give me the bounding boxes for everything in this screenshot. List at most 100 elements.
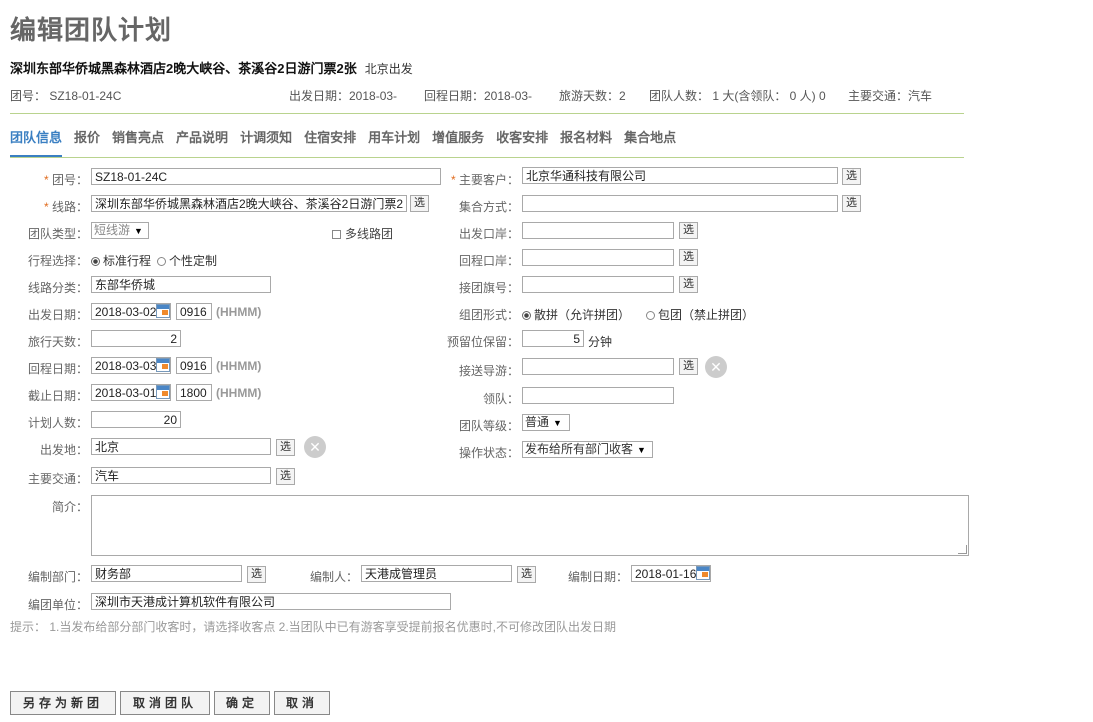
clear-icon[interactable]: ✕ [304, 436, 326, 458]
leader-label: 领队： [482, 392, 519, 406]
depart-place-label: 出发地： [39, 443, 88, 457]
tab-value-added[interactable]: 增值服务 [432, 127, 484, 157]
summary-days: 旅游天数：2 [559, 89, 626, 103]
route-name: 深圳东部华侨城黑森林酒店2晚大峡谷、茶溪谷2日游门票2张 [10, 61, 357, 76]
travel-days-label: 旅行天数： [27, 335, 88, 349]
leader-input[interactable] [522, 387, 674, 404]
group-no-label: * 团号： [43, 173, 88, 187]
return-time-hint: (HHMM) [216, 359, 262, 373]
resize-handle-icon[interactable] [958, 545, 967, 554]
depart-place-select-button[interactable]: 选 [276, 439, 295, 456]
tab-divider [10, 157, 964, 158]
depart-port-select-button[interactable]: 选 [679, 222, 698, 239]
depart-port-label: 出发口岸： [458, 227, 519, 241]
depart-date-label: 出发日期： [27, 308, 88, 322]
main-customer-input[interactable] [522, 167, 838, 184]
unit-label: 编团单位： [27, 598, 88, 612]
chevron-down-icon: ▼ [637, 445, 646, 455]
return-time-input[interactable] [176, 357, 212, 374]
dept-input[interactable] [91, 565, 242, 582]
group-no-input[interactable] [91, 168, 441, 185]
planned-people-input[interactable] [91, 411, 181, 428]
summary-group-no: 团号： SZ18-01-24C [10, 89, 122, 103]
main-transport-input[interactable] [91, 467, 271, 484]
tab-highlights[interactable]: 销售亮点 [112, 127, 164, 157]
confirm-button[interactable]: 确定 [214, 691, 270, 715]
chevron-down-icon: ▼ [553, 418, 562, 428]
main-customer-label: * 主要客户： [450, 173, 519, 187]
flag-no-select-button[interactable]: 选 [679, 276, 698, 293]
cancel-group-button[interactable]: 取消团队 [120, 691, 210, 715]
meet-method-label: 集合方式： [458, 200, 519, 214]
tab-group-info[interactable]: 团队信息 [10, 127, 63, 157]
unit-input[interactable] [91, 593, 451, 610]
reserve-input[interactable] [522, 330, 584, 347]
team-type-label: 团队类型： [27, 227, 88, 241]
op-status-select[interactable]: 发布给所有部门收客 ▼ [522, 441, 653, 458]
route-category-label: 线路分类： [27, 281, 88, 295]
tab-quote[interactable]: 报价 [74, 127, 100, 157]
flag-no-input[interactable] [522, 276, 674, 293]
route-category-input[interactable] [91, 276, 271, 293]
tab-product-desc[interactable]: 产品说明 [176, 127, 228, 157]
travel-days-input[interactable] [91, 330, 181, 347]
return-date-label: 回程日期： [27, 362, 88, 376]
multi-route-checkbox[interactable]: 多线路团 [332, 225, 393, 242]
tab-lodging[interactable]: 住宿安排 [304, 127, 356, 157]
return-port-select-button[interactable]: 选 [679, 249, 698, 266]
main-transport-label: 主要交通： [27, 472, 88, 486]
origin-tag: 北京出发 [364, 62, 413, 76]
return-port-input[interactable] [522, 249, 674, 266]
calendar-icon[interactable] [156, 358, 170, 372]
dept-label: 编制部门： [27, 570, 88, 584]
deadline-time-input[interactable] [176, 384, 212, 401]
main-transport-select-button[interactable]: 选 [276, 468, 295, 485]
group-form-mixed-radio[interactable]: 散拼（允许拼团） [522, 306, 630, 323]
editor-input[interactable] [361, 565, 512, 582]
tip-text: 提示： 1.当发布给部分部门收客时，请选择收客点 2.当团队中已有游客享受提前报… [10, 620, 617, 634]
editor-select-button[interactable]: 选 [517, 566, 536, 583]
depart-port-input[interactable] [522, 222, 674, 239]
tab-notes[interactable]: 计调须知 [240, 127, 292, 157]
tab-booking[interactable]: 收客安排 [496, 127, 548, 157]
deadline-label: 截止日期： [27, 389, 88, 403]
dept-select-button[interactable]: 选 [247, 566, 266, 583]
reserve-label: 预留位保留： [446, 335, 519, 349]
op-status-label: 操作状态： [458, 446, 519, 460]
itinerary-standard-radio[interactable]: 标准行程 [91, 252, 151, 269]
level-select[interactable]: 普通 ▼ [522, 414, 570, 431]
intro-label: 简介： [51, 500, 88, 514]
save-as-new-button[interactable]: 另存为新团 [10, 691, 116, 715]
tab-vehicle[interactable]: 用车计划 [368, 127, 420, 157]
planned-people-label: 计划人数： [27, 416, 88, 430]
group-form-private-radio[interactable]: 包团（禁止拼团） [646, 306, 754, 323]
meet-method-input[interactable] [522, 195, 838, 212]
itinerary-custom-radio[interactable]: 个性定制 [157, 252, 217, 269]
meet-method-select-button[interactable]: 选 [842, 195, 861, 212]
route-input[interactable] [91, 195, 407, 212]
tab-meeting-point[interactable]: 集合地点 [624, 127, 676, 157]
calendar-icon[interactable] [156, 304, 170, 318]
route-label: * 线路： [43, 200, 88, 214]
calendar-icon[interactable] [156, 385, 170, 399]
summary-transport: 主要交通：汽车 [848, 89, 933, 103]
chevron-down-icon: ▼ [134, 226, 143, 236]
reserve-unit: 分钟 [588, 335, 613, 349]
radio-icon [157, 257, 166, 266]
route-select-button[interactable]: 选 [410, 195, 429, 212]
depart-time-input[interactable] [176, 303, 212, 320]
calendar-icon[interactable] [696, 566, 710, 580]
team-type-select[interactable]: 短线游 ▼ [91, 222, 149, 239]
guide-input[interactable] [522, 358, 674, 375]
main-customer-select-button[interactable]: 选 [842, 168, 861, 185]
clear-icon[interactable]: ✕ [705, 356, 727, 378]
cancel-button[interactable]: 取消 [274, 691, 330, 715]
guide-label: 接送导游： [458, 364, 519, 378]
intro-textarea[interactable] [91, 495, 969, 556]
depart-place-input[interactable] [91, 438, 271, 455]
tab-materials[interactable]: 报名材料 [560, 127, 612, 157]
radio-checked-icon [91, 257, 100, 266]
guide-select-button[interactable]: 选 [679, 358, 698, 375]
tab-bar: 团队信息 报价 销售亮点 产品说明 计调须知 住宿安排 用车计划 增值服务 收客… [10, 127, 688, 157]
editor-label: 编制人： [309, 570, 358, 584]
